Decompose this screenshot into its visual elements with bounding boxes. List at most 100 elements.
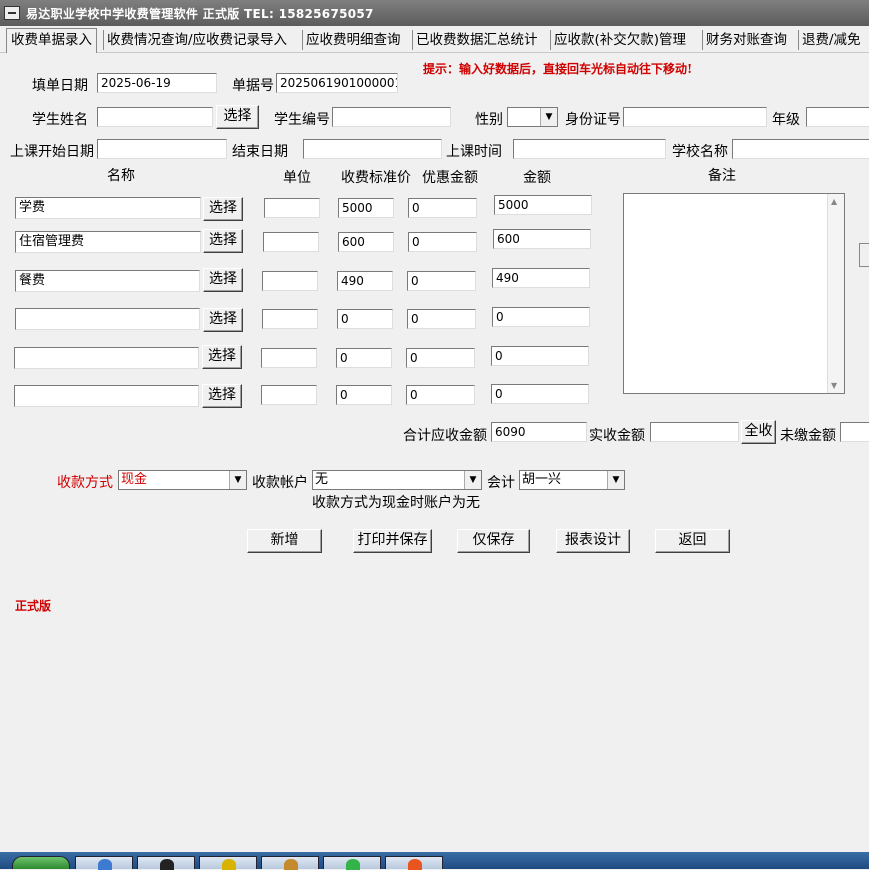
chevron-down-icon[interactable]: ▼	[464, 471, 481, 489]
remark-textarea[interactable]: ▲ ▼	[623, 193, 845, 394]
id-card-label: 身份证号	[565, 112, 621, 128]
item-name-input[interactable]	[14, 347, 199, 369]
taskbar-app[interactable]	[75, 856, 133, 870]
select-item-button[interactable]: 选择	[203, 308, 243, 332]
item-unit-input[interactable]	[263, 232, 319, 252]
tab-summary-stats[interactable]: 已收费数据汇总统计	[412, 30, 538, 50]
item-amount-field[interactable]: 0	[491, 346, 589, 366]
item-discount-input[interactable]: 0	[408, 198, 477, 218]
save-only-button[interactable]: 仅保存	[457, 529, 530, 553]
start-button[interactable]	[12, 856, 70, 869]
item-unit-input[interactable]	[261, 385, 317, 405]
item-name-input[interactable]: 住宿管理费	[15, 231, 201, 253]
app-icon	[284, 859, 298, 870]
back-button[interactable]: 返回	[655, 529, 730, 553]
chevron-down-icon[interactable]: ▼	[540, 108, 557, 126]
select-item-button[interactable]: 选择	[203, 229, 243, 253]
item-name-input[interactable]	[15, 308, 200, 330]
side-button[interactable]	[859, 243, 869, 267]
taskbar-app[interactable]	[385, 856, 443, 870]
start-date-input[interactable]	[97, 139, 227, 159]
date-field[interactable]: 2025-06-19	[97, 73, 217, 93]
item-amount-field[interactable]: 5000	[494, 195, 592, 215]
grade-input[interactable]	[806, 107, 869, 127]
tab-receivable-detail[interactable]: 应收费明细查询	[302, 30, 401, 50]
student-name-input[interactable]	[97, 107, 213, 127]
select-item-button[interactable]: 选择	[203, 268, 243, 292]
item-unit-input[interactable]	[261, 348, 317, 368]
chevron-down-icon[interactable]: ▼	[607, 471, 624, 489]
item-name-input[interactable]	[14, 385, 199, 407]
class-time-input[interactable]	[513, 139, 666, 159]
account-label: 收款帐户	[252, 475, 308, 491]
item-price-input[interactable]: 0	[336, 385, 392, 405]
unpaid-amount-field[interactable]	[840, 422, 869, 442]
payment-method-select[interactable]: 现金 ▼	[118, 470, 247, 490]
taskbar-app[interactable]	[323, 856, 381, 870]
item-discount-input[interactable]: 0	[407, 309, 476, 329]
item-price-input[interactable]: 0	[336, 348, 392, 368]
id-card-input[interactable]	[623, 107, 767, 127]
item-discount-input[interactable]: 0	[406, 385, 475, 405]
scroll-down-icon[interactable]: ▼	[831, 381, 837, 390]
item-price-input[interactable]: 600	[338, 232, 394, 252]
report-design-button[interactable]: 报表设计	[556, 529, 630, 553]
taskbar-app[interactable]	[137, 856, 195, 870]
receivable-label: 合计应收金额	[403, 428, 487, 444]
title-bar: 易达职业学校中学收费管理软件 正式版 TEL: 15825675057	[0, 0, 869, 26]
taskbar-app[interactable]	[261, 856, 319, 870]
received-label: 实收金额	[589, 428, 645, 444]
item-price-input[interactable]: 490	[337, 271, 393, 291]
collect-all-button[interactable]: 全收	[741, 420, 776, 444]
chevron-down-icon[interactable]: ▼	[229, 471, 246, 489]
school-name-input[interactable]	[732, 139, 869, 159]
tab-refund[interactable]: 退费/减免	[798, 30, 861, 50]
item-unit-input[interactable]	[262, 271, 318, 291]
header-amount: 金额	[523, 170, 551, 186]
taskbar-app[interactable]	[199, 856, 257, 870]
item-amount-field[interactable]: 600	[493, 229, 591, 249]
item-discount-input[interactable]: 0	[407, 271, 476, 291]
item-unit-input[interactable]	[262, 309, 318, 329]
item-discount-input[interactable]: 0	[408, 232, 477, 252]
receivable-total-field[interactable]: 6090	[491, 422, 587, 442]
receipt-number-field[interactable]: 2025061901000001	[276, 73, 398, 93]
gender-select[interactable]: ▼	[507, 107, 558, 127]
grade-label: 年级	[772, 112, 800, 128]
tab-reconciliation[interactable]: 财务对账查询	[702, 30, 787, 50]
student-name-label: 学生姓名	[32, 112, 88, 128]
tab-fee-query[interactable]: 收费情况查询/应收费记录导入	[103, 30, 287, 50]
payment-method-label: 收款方式	[57, 475, 113, 491]
remark-scrollbar[interactable]: ▲ ▼	[827, 194, 844, 393]
new-button[interactable]: 新增	[247, 529, 322, 553]
print-save-button[interactable]: 打印并保存	[353, 529, 432, 553]
select-item-button[interactable]: 选择	[203, 197, 243, 221]
window-title: 易达职业学校中学收费管理软件 正式版 TEL: 15825675057	[26, 7, 374, 21]
item-amount-field[interactable]: 0	[492, 307, 590, 327]
scroll-up-icon[interactable]: ▲	[831, 197, 837, 206]
item-price-input[interactable]: 0	[337, 309, 393, 329]
app-icon	[160, 859, 174, 870]
item-name-input[interactable]: 学费	[15, 197, 201, 219]
chat-icon	[346, 859, 360, 870]
school-name-label: 学校名称	[672, 144, 728, 160]
student-id-input[interactable]	[332, 107, 451, 127]
select-item-button[interactable]: 选择	[202, 345, 242, 369]
tab-receipt-entry[interactable]: 收费单据录入	[6, 28, 97, 53]
tab-arrears[interactable]: 应收款(补交欠款)管理	[550, 30, 686, 50]
date-label: 填单日期	[32, 78, 88, 94]
select-item-button[interactable]: 选择	[202, 384, 242, 408]
account-select[interactable]: 无 ▼	[312, 470, 482, 490]
window-menu-icon[interactable]	[4, 6, 20, 20]
item-amount-field[interactable]: 0	[491, 384, 589, 404]
item-amount-field[interactable]: 490	[492, 268, 590, 288]
item-unit-input[interactable]	[264, 198, 320, 218]
app-icon	[408, 859, 422, 870]
received-amount-input[interactable]	[650, 422, 739, 442]
item-discount-input[interactable]: 0	[406, 348, 475, 368]
item-name-input[interactable]: 餐费	[15, 270, 200, 292]
accountant-select[interactable]: 胡一兴 ▼	[519, 470, 625, 490]
end-date-input[interactable]	[303, 139, 442, 159]
select-student-button[interactable]: 选择	[216, 105, 259, 129]
item-price-input[interactable]: 5000	[338, 198, 394, 218]
